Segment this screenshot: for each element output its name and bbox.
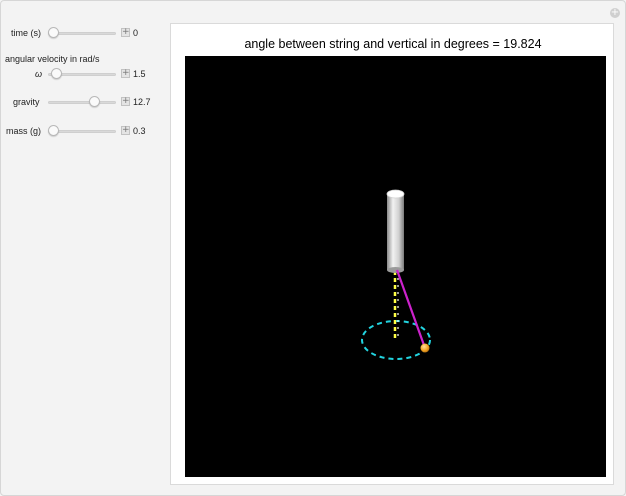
slider-thumb[interactable] bbox=[48, 27, 59, 38]
slider-thumb[interactable] bbox=[50, 68, 62, 79]
slider-track bbox=[48, 101, 116, 104]
gravity-plus-button[interactable]: + bbox=[121, 97, 130, 106]
gravity-slider[interactable] bbox=[48, 96, 116, 108]
mass-value: 0.3 bbox=[133, 126, 146, 136]
omega-slider[interactable] bbox=[48, 68, 116, 80]
cylinder-top bbox=[386, 189, 405, 199]
time-label: time (s) bbox=[11, 28, 41, 38]
plot-title: angle between string and vertical in deg… bbox=[244, 37, 542, 51]
time-plus-button[interactable]: + bbox=[121, 28, 130, 37]
expand-icon[interactable]: + bbox=[610, 8, 620, 18]
output-panel: angle between string and vertical in deg… bbox=[170, 23, 614, 485]
mass-plus-button[interactable]: + bbox=[121, 126, 130, 135]
3d-viewport[interactable] bbox=[185, 56, 606, 477]
time-value: 0 bbox=[133, 28, 139, 38]
omega-value: 1.5 bbox=[133, 69, 146, 79]
omega-label: ω bbox=[35, 69, 43, 79]
pendulum-bob bbox=[420, 343, 430, 353]
gravity-value: 12.7 bbox=[133, 97, 151, 107]
cylinder-bottom bbox=[387, 267, 404, 273]
omega-plus-button[interactable]: + bbox=[121, 69, 130, 78]
slider-thumb[interactable] bbox=[89, 96, 101, 107]
time-slider[interactable] bbox=[48, 27, 116, 39]
orbit-path bbox=[361, 320, 431, 360]
slider-thumb[interactable] bbox=[48, 125, 59, 136]
support-cylinder bbox=[387, 194, 404, 270]
angular-velocity-header: angular velocity in rad/s bbox=[5, 54, 100, 64]
mass-label: mass (g) bbox=[6, 126, 42, 136]
pendulum-string bbox=[395, 269, 427, 349]
pendulum-scene[interactable] bbox=[185, 56, 606, 477]
gravity-label: gravity bbox=[13, 97, 40, 107]
mass-slider[interactable] bbox=[48, 125, 116, 137]
